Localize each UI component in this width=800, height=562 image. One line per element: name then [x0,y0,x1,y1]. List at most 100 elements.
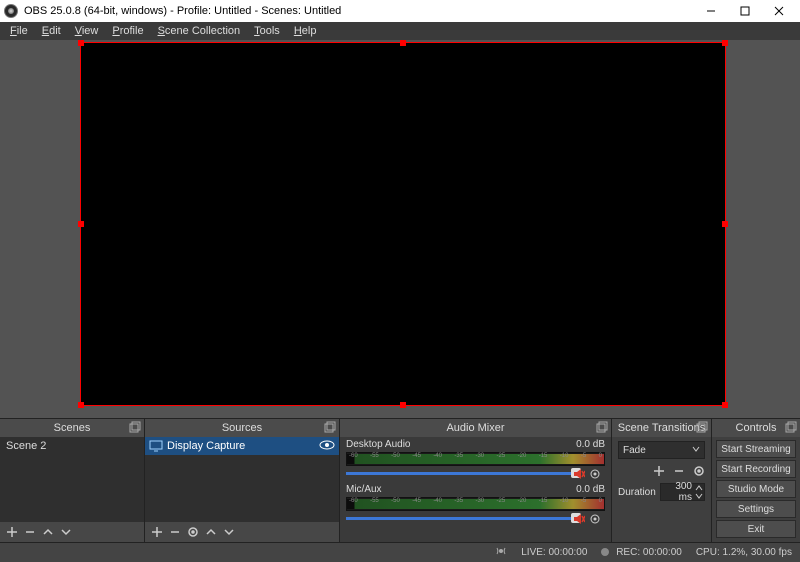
visibility-toggle[interactable] [319,439,335,454]
duration-spinbox[interactable]: 300 ms [660,483,705,501]
menu-help[interactable]: Help [288,24,323,38]
mute-button[interactable] [573,468,585,483]
resize-handle[interactable] [722,221,728,227]
sources-title: Sources [222,422,262,434]
window-close-button[interactable] [762,0,796,22]
menu-scene-collection[interactable]: Scene Collection [152,24,247,38]
mixer-channel: Mic/Aux 0.0 dB -60-55-50-45-40-35-30-25-… [340,482,611,527]
channel-name: Mic/Aux [346,484,382,495]
popout-icon[interactable] [129,421,141,433]
transitions-panel: Scene Transitions Fade Duration 300 ms [612,418,712,542]
scene-item[interactable]: Scene 2 [0,437,144,455]
menu-tools[interactable]: Tools [248,24,286,38]
start-streaming-button[interactable]: Start Streaming [716,440,796,458]
live-label: LIVE: [521,547,545,558]
source-name: Display Capture [167,440,245,452]
audio-mixer-panel: Audio Mixer Desktop Audio 0.0 dB -60-55-… [340,418,612,542]
window-titlebar: OBS 25.0.8 (64-bit, windows) - Profile: … [0,0,800,22]
source-up-button[interactable] [205,526,217,538]
popout-icon[interactable] [324,421,336,433]
sources-toolbar [145,522,339,542]
source-properties-button[interactable] [187,526,199,538]
controls-header: Controls [712,419,800,437]
spin-down-icon[interactable] [694,492,704,500]
scenes-header: Scenes [0,419,144,437]
transitions-body: Fade Duration 300 ms [612,437,711,505]
status-cpu: CPU: 1.2%, 30.00 fps [696,547,792,558]
remove-source-button[interactable] [169,526,181,538]
menu-edit[interactable]: Edit [36,24,67,38]
add-scene-button[interactable] [6,526,18,538]
scenes-toolbar [0,522,144,542]
resize-handle[interactable] [78,40,84,46]
statusbar: LIVE: 00:00:00 REC: 00:00:00 CPU: 1.2%, … [0,542,800,562]
sources-header: Sources [145,419,339,437]
window-maximize-button[interactable] [728,0,762,22]
popout-icon[interactable] [785,421,797,433]
popout-icon[interactable] [696,421,708,433]
channel-settings-button[interactable] [589,513,601,528]
settings-button[interactable]: Settings [716,500,796,518]
scenes-panel: Scenes Scene 2 [0,418,145,542]
duration-label: Duration [618,487,656,498]
controls-body: Start Streaming Start Recording Studio M… [712,437,800,541]
status-rec: REC: 00:00:00 [601,547,681,558]
preview-canvas[interactable] [80,42,726,406]
mute-button[interactable] [573,513,585,528]
controls-title: Controls [736,422,777,434]
scene-name: Scene 2 [6,440,46,452]
start-recording-button[interactable]: Start Recording [716,460,796,478]
channel-settings-button[interactable] [589,468,601,483]
window-minimize-button[interactable] [694,0,728,22]
audio-meter: -60-55-50-45-40-35-30-25-20-15-10-50 [346,497,605,511]
resize-handle[interactable] [78,402,84,408]
dock-row: Scenes Scene 2 Sources Display Capture [0,418,800,542]
resize-handle[interactable] [400,402,406,408]
duration-value: 300 ms [661,481,694,503]
channel-name: Desktop Audio [346,439,411,450]
source-down-button[interactable] [223,526,235,538]
transitions-header: Scene Transitions [612,419,711,437]
mixer-title: Audio Mixer [446,422,504,434]
resize-handle[interactable] [722,40,728,46]
remove-transition-button[interactable] [673,465,685,477]
menu-file[interactable]: File [4,24,34,38]
transition-current: Fade [623,445,646,456]
preview-area[interactable] [0,40,800,418]
mixer-channel: Desktop Audio 0.0 dB -60-55-50-45-40-35-… [340,437,611,482]
transition-select[interactable]: Fade [618,441,705,459]
menu-profile[interactable]: Profile [106,24,149,38]
obs-logo-icon [4,4,18,18]
resize-handle[interactable] [722,402,728,408]
remove-scene-button[interactable] [24,526,36,538]
studio-mode-button[interactable]: Studio Mode [716,480,796,498]
spin-up-icon[interactable] [694,484,704,492]
scenes-title: Scenes [54,422,91,434]
resize-handle[interactable] [400,40,406,46]
popout-icon[interactable] [596,421,608,433]
transitions-title: Scene Transitions [618,422,705,434]
scenes-list[interactable]: Scene 2 [0,437,144,522]
chevron-down-icon [692,445,700,456]
channel-level: 0.0 dB [576,484,605,495]
menu-view[interactable]: View [69,24,105,38]
rec-dot-icon [601,548,609,556]
window-title: OBS 25.0.8 (64-bit, windows) - Profile: … [24,5,341,17]
exit-button[interactable]: Exit [716,520,796,538]
source-item[interactable]: Display Capture [145,437,339,455]
add-source-button[interactable] [151,526,163,538]
sources-list[interactable]: Display Capture [145,437,339,522]
scene-down-button[interactable] [60,526,72,538]
volume-slider[interactable] [346,513,605,523]
add-transition-button[interactable] [653,465,665,477]
volume-slider[interactable] [346,468,605,478]
scene-up-button[interactable] [42,526,54,538]
controls-panel: Controls Start Streaming Start Recording… [712,418,800,542]
rec-label: REC: [616,547,640,558]
menubar: File Edit View Profile Scene Collection … [0,22,800,40]
resize-handle[interactable] [78,221,84,227]
live-time: 00:00:00 [548,547,587,558]
transition-properties-button[interactable] [693,465,705,477]
channel-level: 0.0 dB [576,439,605,450]
broadcast-icon [495,545,507,560]
